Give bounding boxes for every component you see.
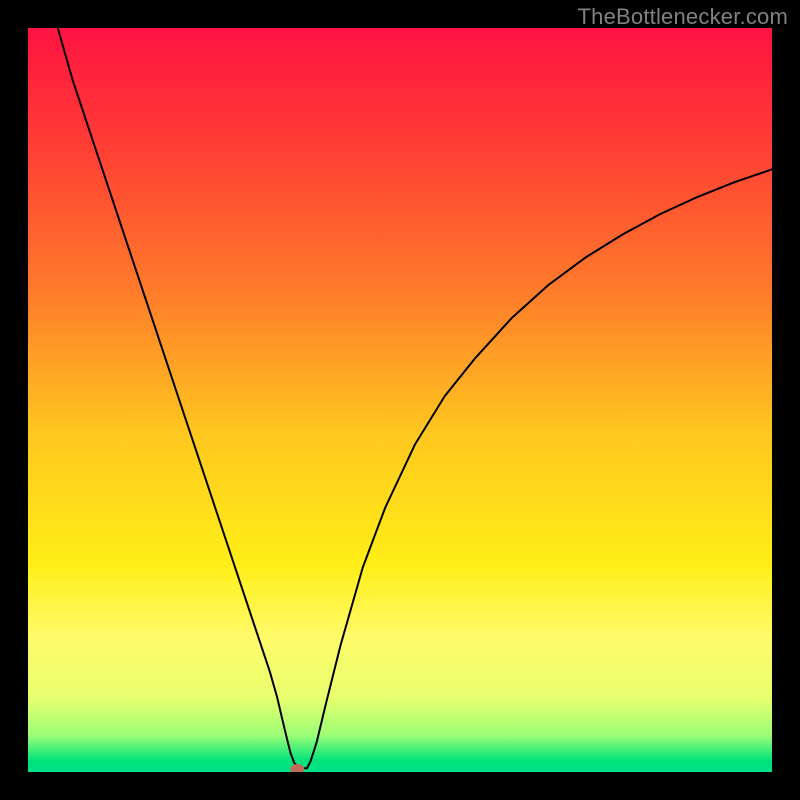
watermark-text: TheBottlenecker.com [578,4,788,30]
chart-container: TheBottlenecker.com [0,0,800,800]
chart-background [28,28,772,772]
chart-svg [28,28,772,772]
plot-area [28,28,772,772]
